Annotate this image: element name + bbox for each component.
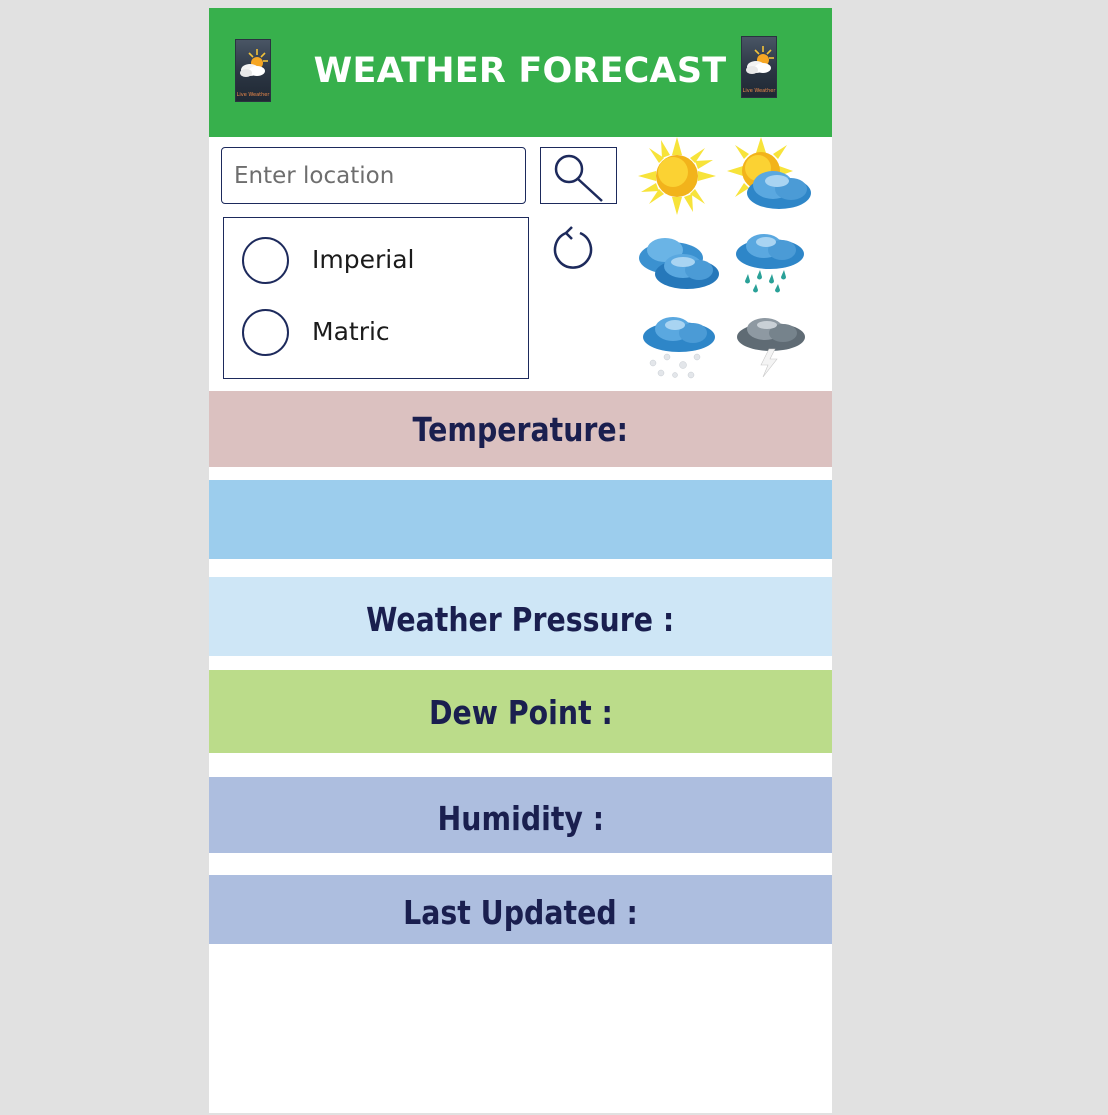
cloudy-icon <box>639 238 719 289</box>
sunny-icon <box>638 137 716 215</box>
dew-point-label: Dew Point : <box>428 693 613 732</box>
radio-circle[interactable] <box>242 309 289 356</box>
temperature-label: Temperature: <box>412 410 629 449</box>
location-input[interactable] <box>221 147 526 204</box>
snow-icon <box>643 317 715 379</box>
app-logo-left: Live Weather <box>235 39 271 102</box>
pressure-band: Weather Pressure : <box>209 577 832 656</box>
radio-label-matric: Matric <box>312 317 390 346</box>
radio-circle[interactable] <box>242 237 289 284</box>
magnifier-icon <box>554 154 603 202</box>
app-title: WEATHER FORECAST <box>313 51 727 91</box>
humidity-label: Humidity : <box>437 799 604 838</box>
rain-icon <box>736 234 804 293</box>
last-updated-band: Last Updated : <box>209 875 832 944</box>
logo-caption: Live Weather <box>236 92 270 98</box>
thunderstorm-icon <box>737 318 805 378</box>
pressure-label: Weather Pressure : <box>366 600 675 639</box>
unit-radio-group: Imperial Matric <box>223 217 529 379</box>
temperature-band: Temperature: <box>209 391 832 467</box>
last-updated-label: Last Updated : <box>403 893 638 932</box>
radio-imperial[interactable]: Imperial <box>242 237 512 289</box>
app-header: Live Weather WEATHER FORECAST Live Weath… <box>209 8 832 137</box>
logo-caption: Live Weather <box>742 88 776 94</box>
radio-label-imperial: Imperial <box>312 245 415 274</box>
refresh-icon[interactable] <box>546 221 598 273</box>
radio-matric[interactable]: Matric <box>242 309 512 361</box>
partly-cloudy-icon <box>727 137 811 209</box>
temperature-value-band <box>209 480 832 559</box>
weather-app-screen: Live Weather WEATHER FORECAST Live Weath… <box>209 8 832 1113</box>
dew-point-band: Dew Point : <box>209 670 832 753</box>
app-logo-right: Live Weather <box>741 36 777 98</box>
search-button[interactable] <box>540 147 617 204</box>
humidity-band: Humidity : <box>209 777 832 853</box>
